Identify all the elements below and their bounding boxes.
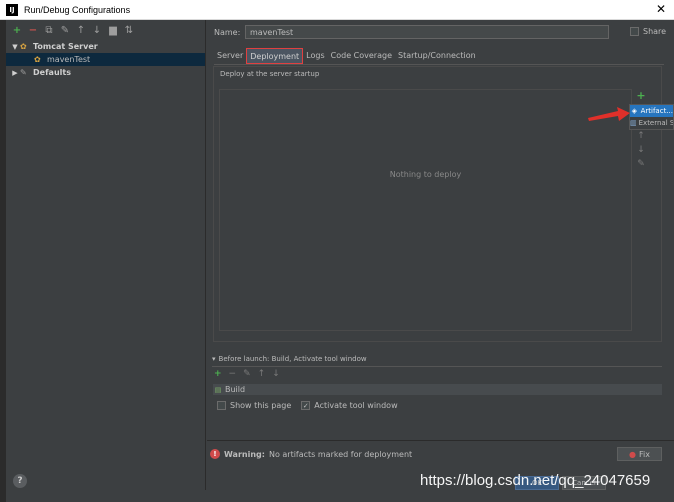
tab-divider bbox=[214, 64, 664, 65]
warning-prefix: Warning: bbox=[224, 449, 265, 459]
close-icon[interactable]: ✕ bbox=[656, 2, 666, 16]
tomcat-icon: ✿ bbox=[34, 55, 41, 64]
deploy-section-label: Deploy at the server startup bbox=[220, 70, 320, 78]
before-launch-options: Show this page ✓ Activate tool window bbox=[217, 401, 398, 410]
tree-item-label: mavenTest bbox=[47, 55, 91, 64]
add-artifact-button[interactable]: + bbox=[632, 89, 650, 103]
share-checkbox[interactable]: Share bbox=[630, 27, 666, 36]
red-arrow-annotation bbox=[588, 107, 630, 121]
bulb-icon: ● bbox=[629, 449, 636, 459]
deployment-list[interactable]: Nothing to deploy bbox=[219, 89, 632, 331]
move-up-icon[interactable]: ↑ bbox=[632, 131, 650, 145]
menu-item-artifact[interactable]: ◈ Artifact... bbox=[630, 105, 673, 117]
tab-deployment[interactable]: Deployment bbox=[246, 48, 304, 64]
configurations-panel: + − ⧉ ✎ ↑ ↓ ▆ ⇅ ▼ ✿ Tomcat Server ✿ mave… bbox=[6, 20, 206, 490]
task-label: Build bbox=[225, 385, 246, 394]
name-label: Name: bbox=[214, 28, 241, 37]
warning-icon: ! bbox=[210, 449, 220, 459]
external-source-icon: ▥ bbox=[630, 119, 637, 127]
move-down-icon[interactable]: ↓ bbox=[92, 24, 102, 36]
folder-icon[interactable]: ▆ bbox=[108, 24, 118, 36]
artifact-icon: ◈ bbox=[631, 107, 637, 115]
tab-server[interactable]: Server bbox=[214, 48, 246, 64]
move-up-icon[interactable]: ↑ bbox=[76, 24, 86, 36]
menu-item-label: Artifact... bbox=[640, 107, 673, 115]
before-launch-toolbar: + − ✎ ↑ ↓ bbox=[214, 369, 280, 379]
remove-task-icon[interactable]: − bbox=[229, 369, 237, 379]
move-down-icon[interactable]: ↓ bbox=[272, 369, 280, 379]
before-launch-label: Before launch: Build, Activate tool wind… bbox=[218, 355, 367, 363]
remove-configuration-button[interactable]: − bbox=[28, 24, 38, 36]
empty-list-text: Nothing to deploy bbox=[389, 170, 462, 179]
warning-message: ! Warning: No artifacts marked for deplo… bbox=[210, 449, 412, 459]
name-input[interactable] bbox=[245, 25, 609, 39]
watermark-text: https://blog.csdn.net/qq_24047659 bbox=[420, 472, 651, 489]
tree-item-label: Defaults bbox=[33, 68, 71, 77]
activate-tool-window-checkbox[interactable]: ✓ bbox=[301, 401, 311, 410]
show-page-checkbox[interactable] bbox=[217, 401, 226, 410]
tab-startup-connection[interactable]: Startup/Connection bbox=[395, 48, 479, 64]
share-checkbox-box[interactable] bbox=[630, 27, 639, 36]
show-page-label: Show this page bbox=[230, 401, 292, 410]
add-deployment-popup: ◈ Artifact... ▥ External Source... bbox=[629, 104, 674, 130]
copy-configuration-icon[interactable]: ⧉ bbox=[44, 24, 54, 36]
menu-item-external-source[interactable]: ▥ External Source... bbox=[630, 117, 673, 129]
tab-logs[interactable]: Logs bbox=[303, 48, 327, 64]
intellij-app-icon: IJ bbox=[6, 3, 18, 16]
move-down-icon[interactable]: ↓ bbox=[632, 145, 650, 159]
add-task-button[interactable]: + bbox=[214, 369, 222, 379]
window-title: Run/Debug Configurations bbox=[24, 4, 131, 15]
configurations-toolbar: + − ⧉ ✎ ↑ ↓ ▆ ⇅ bbox=[6, 20, 205, 40]
before-launch-divider bbox=[212, 366, 662, 367]
tree-item-maventest[interactable]: ✿ mavenTest bbox=[6, 53, 205, 66]
edit-pencil-icon[interactable]: ✎ bbox=[632, 159, 650, 173]
fix-label: Fix bbox=[639, 449, 650, 459]
chevron-right-icon[interactable]: ▶ bbox=[10, 69, 20, 77]
tree-item-label: Tomcat Server bbox=[33, 42, 98, 51]
menu-item-label: External Source... bbox=[638, 119, 673, 127]
chevron-down-icon[interactable]: ▾ bbox=[212, 355, 216, 363]
chevron-down-icon[interactable]: ▼ bbox=[10, 43, 20, 51]
config-tabs: Server Deployment Logs Code Coverage Sta… bbox=[214, 48, 479, 64]
tree-item-defaults[interactable]: ▶ ✎ Defaults bbox=[6, 66, 205, 79]
before-launch-header[interactable]: ▾ Before launch: Build, Activate tool wi… bbox=[212, 355, 367, 363]
configuration-editor: Name: Share Server Deployment Logs Code … bbox=[207, 20, 674, 490]
move-up-icon[interactable]: ↑ bbox=[258, 369, 266, 379]
warning-text: No artifacts marked for deployment bbox=[268, 449, 413, 459]
help-button[interactable]: ? bbox=[13, 474, 27, 488]
edit-task-icon[interactable]: ✎ bbox=[243, 369, 251, 379]
edit-defaults-icon[interactable]: ✎ bbox=[60, 24, 70, 36]
tab-code-coverage[interactable]: Code Coverage bbox=[328, 48, 395, 64]
build-icon: ▤ bbox=[214, 385, 222, 394]
add-configuration-button[interactable]: + bbox=[12, 24, 22, 36]
title-bar: IJ Run/Debug Configurations ✕ bbox=[0, 0, 674, 20]
tomcat-icon: ✿ bbox=[20, 42, 27, 51]
tree-item-tomcat-server[interactable]: ▼ ✿ Tomcat Server bbox=[6, 40, 205, 53]
bottom-divider bbox=[207, 440, 674, 441]
before-launch-task-build[interactable]: ▤ Build bbox=[213, 384, 662, 395]
activate-tool-window-label: Activate tool window bbox=[314, 401, 398, 410]
fix-button[interactable]: ● Fix bbox=[617, 447, 662, 461]
defaults-icon: ✎ bbox=[20, 68, 27, 77]
share-label: Share bbox=[643, 27, 667, 36]
sort-icon[interactable]: ⇅ bbox=[124, 24, 134, 36]
